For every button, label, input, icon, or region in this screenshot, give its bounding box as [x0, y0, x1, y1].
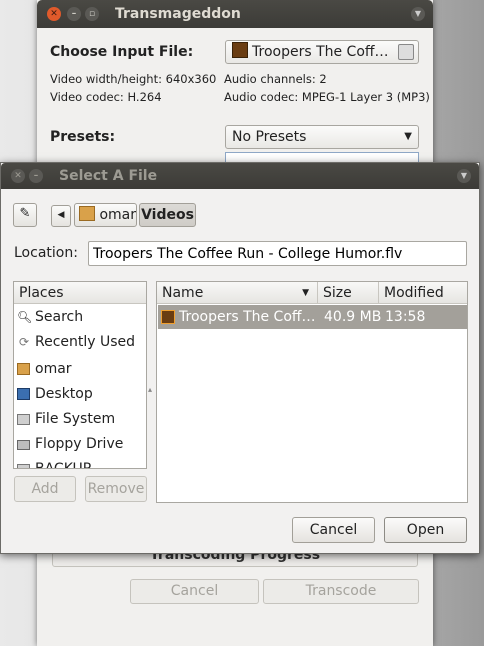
back-cancel-button[interactable]: Cancel [130, 579, 259, 604]
path-button-videos[interactable]: Videos [139, 203, 196, 227]
column-name-label: Name [162, 285, 204, 301]
location-label: Location: [14, 245, 78, 261]
dialog-menu-icon[interactable]: ▼ [457, 169, 471, 183]
file-list: Name ▼ Size Modified Troopers The Coff… … [156, 281, 468, 503]
place-label: File System [35, 411, 116, 427]
add-bookmark-button[interactable]: Add [14, 476, 76, 502]
place-search[interactable]: 🔍︎ Search [14, 305, 142, 329]
minimize-icon[interactable]: – [29, 169, 43, 183]
place-omar[interactable]: omar [14, 357, 142, 381]
input-file-chooser[interactable]: Troopers The Coff… [225, 40, 419, 64]
select-file-dialog: ✕ – Select A File ▼ ✎ ◀ omar Videos Loca… [0, 162, 480, 554]
close-icon[interactable]: ✕ [47, 7, 61, 21]
presets-label: Presets: [50, 129, 116, 145]
video-file-icon [232, 42, 248, 58]
chevron-down-icon: ▼ [404, 131, 412, 142]
place-desktop[interactable]: Desktop [14, 382, 142, 406]
floppy-icon [17, 437, 31, 451]
choose-input-label: Choose Input File: [50, 44, 194, 60]
path-button-omar[interactable]: omar [74, 203, 137, 227]
file-size: 40.9 MB [324, 309, 382, 325]
chevron-left-icon: ◀ [57, 210, 65, 220]
drive-icon [17, 462, 31, 468]
pane-resize-handle[interactable]: ▴ [148, 385, 152, 394]
folder-open-icon [398, 44, 414, 60]
place-label: omar [35, 361, 72, 377]
place-file-system[interactable]: File System [14, 407, 142, 431]
video-codec-text: Video codec: H.264 [50, 90, 162, 104]
window-title: Transmageddon [115, 6, 241, 22]
type-location-button[interactable]: ✎ [13, 203, 37, 227]
remove-bookmark-button[interactable]: Remove [85, 476, 147, 502]
place-floppy-drive[interactable]: Floppy Drive [14, 432, 142, 456]
input-file-name: Troopers The Coff… [252, 44, 389, 60]
column-modified[interactable]: Modified [379, 282, 467, 304]
maximize-icon[interactable]: ▫ [85, 7, 99, 21]
drive-icon [17, 412, 31, 426]
video-file-icon [161, 310, 175, 324]
home-folder-icon [79, 206, 95, 221]
file-modified: 13:58 [385, 309, 426, 325]
sort-down-icon: ▼ [302, 288, 309, 298]
pencil-icon: ✎ [19, 206, 31, 221]
dialog-title-bar: ✕ – Select A File ▼ [1, 163, 479, 189]
presets-value: No Presets [232, 129, 307, 145]
minimize-icon[interactable]: – [67, 7, 81, 21]
place-label: Search [35, 309, 84, 325]
title-bar: ✕ – ▫ Transmageddon ▼ [37, 0, 433, 28]
recent-icon: ⟳ [18, 335, 30, 349]
home-folder-icon [17, 362, 31, 376]
file-name: Troopers The Coff… [179, 309, 316, 325]
file-row[interactable]: Troopers The Coff… 40.9 MB 13:58 [158, 305, 467, 329]
close-icon[interactable]: ✕ [11, 169, 25, 183]
place-label: Desktop [35, 386, 93, 402]
place-recently-used[interactable]: ⟳ Recently Used [14, 330, 142, 354]
location-input[interactable] [88, 241, 467, 266]
desktop-icon [17, 387, 31, 401]
open-button[interactable]: Open [384, 517, 467, 543]
place-backup[interactable]: BACKUP [14, 457, 142, 469]
audio-channels-text: Audio channels: 2 [224, 72, 327, 86]
places-panel: Places 🔍︎ Search ⟳ Recently Used omar Desk… [13, 281, 147, 469]
audio-codec-text: Audio codec: MPEG-1 Layer 3 (MP3) [224, 90, 430, 104]
place-label: Recently Used [35, 334, 136, 350]
search-icon: 🔍︎ [17, 310, 33, 324]
column-name[interactable]: Name ▼ [157, 282, 318, 304]
path-omar-label: omar [99, 207, 136, 223]
video-size-text: Video width/height: 640x360 [50, 72, 217, 86]
places-header: Places [14, 282, 146, 304]
window-menu-icon[interactable]: ▼ [411, 7, 425, 21]
presets-dropdown[interactable]: No Presets ▼ [225, 125, 419, 149]
place-label: Floppy Drive [35, 436, 124, 452]
path-back-button[interactable]: ◀ [51, 205, 71, 227]
dialog-title: Select A File [59, 168, 158, 184]
transcode-button[interactable]: Transcode [263, 579, 419, 604]
cancel-button[interactable]: Cancel [292, 517, 375, 543]
place-label: BACKUP [35, 461, 92, 469]
column-size[interactable]: Size [318, 282, 379, 304]
